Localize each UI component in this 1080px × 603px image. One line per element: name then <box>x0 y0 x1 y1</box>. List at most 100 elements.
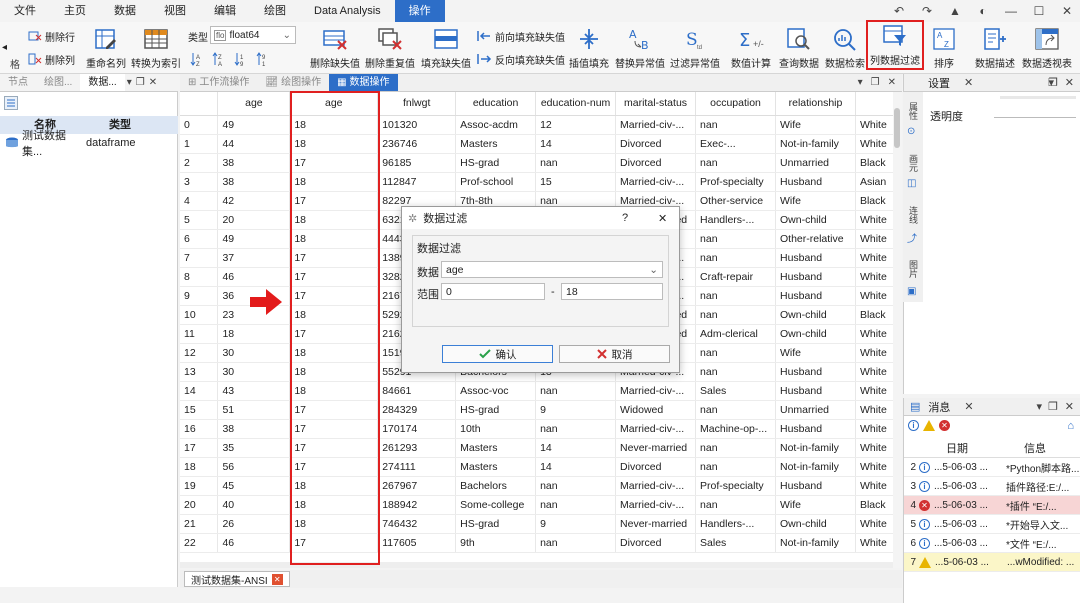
table-cell[interactable]: Married-civ-... <box>615 381 697 401</box>
side-tab-links[interactable]: 连线 <box>907 206 920 224</box>
table-cell[interactable]: 267967 <box>377 476 457 496</box>
table-cell[interactable]: 17 <box>289 267 379 287</box>
column-header[interactable]: marital-status <box>615 92 697 116</box>
table-cell[interactable]: Handlers-... <box>695 514 776 534</box>
table-cell[interactable]: nan <box>535 153 617 173</box>
table-cell[interactable]: Divorced <box>615 134 697 154</box>
table-cell[interactable]: Divorced <box>615 533 697 553</box>
ribbon-scroll-left[interactable]: ◂ <box>2 38 7 56</box>
table-cell[interactable]: nan <box>535 381 617 401</box>
panel-close-icon[interactable]: ✕ <box>147 74 159 91</box>
table-cell[interactable]: 18 <box>289 495 379 515</box>
table-row[interactable]: 18 56 17 274111 Masters 14 Divorced nan Not-in-f… <box>180 457 902 477</box>
table-row[interactable]: 19 45 18 267967 Bachelors nan Married-civ-... P… <box>180 476 902 496</box>
column-header[interactable] <box>180 92 219 116</box>
table-cell[interactable]: Adm-clerical <box>695 324 776 344</box>
message-row[interactable]: 3 i ...5-06-03 ... 插件路径:E:/... <box>904 477 1080 496</box>
column-header[interactable]: occupation <box>695 92 776 116</box>
grid-horizontal-scrollbar[interactable] <box>180 562 893 568</box>
table-cell[interactable]: Married-civ-... <box>615 115 697 135</box>
table-cell[interactable]: Husband <box>775 419 856 439</box>
messages-close-icon[interactable]: ✕ <box>964 400 973 413</box>
table-cell[interactable]: Husband <box>775 476 856 496</box>
table-cell[interactable]: 17 <box>289 457 379 477</box>
table-cell[interactable]: Unmarried <box>775 400 856 420</box>
table-cell[interactable]: Wife <box>775 495 856 515</box>
table-cell[interactable]: Wife <box>775 191 856 211</box>
data-column-select[interactable]: age ⌄ <box>441 261 663 278</box>
table-cell[interactable]: Unmarried <box>775 153 856 173</box>
table-cell[interactable]: 38 <box>217 153 291 173</box>
menu-plot[interactable]: 绘图 <box>250 0 300 22</box>
table-cell[interactable]: 46 <box>217 267 291 287</box>
table-cell[interactable]: 284329 <box>377 400 457 420</box>
table-row[interactable]: 15 51 17 284329 HS-grad 9 Widowed nan Unmarried W… <box>180 400 902 420</box>
table-cell[interactable]: Husband <box>775 381 856 401</box>
replace-outlier-button[interactable]: AB 替换异常值 <box>614 25 666 71</box>
table-cell[interactable]: 51 <box>217 400 291 420</box>
help-icon[interactable]: ? <box>622 212 628 224</box>
table-cell[interactable]: 14 <box>535 134 617 154</box>
table-cell[interactable]: Own-child <box>775 514 856 534</box>
table-cell[interactable]: 42 <box>217 191 291 211</box>
table-row[interactable]: 3 38 18 112847 Prof-school 15 Married-civ-... P… <box>180 172 902 192</box>
table-cell[interactable]: 746432 <box>377 514 457 534</box>
tabs-menu-icon[interactable]: ▾ <box>858 77 863 88</box>
table-cell[interactable]: 170174 <box>377 419 457 439</box>
table-cell[interactable]: 112847 <box>377 172 457 192</box>
panel-menu-icon[interactable]: ▾ <box>125 74 134 91</box>
table-cell[interactable]: Married-civ-... <box>615 476 697 496</box>
table-row[interactable]: 2 38 17 96185 HS-grad nan Divorced nan Unmarried… <box>180 153 902 173</box>
messages-menu-icon[interactable]: ▾ <box>1036 400 1042 413</box>
delete-col-button[interactable]: 删除列 <box>28 50 75 68</box>
table-cell[interactable]: nan <box>695 362 776 382</box>
settings-close-2-icon[interactable]: ✕ <box>1065 76 1074 89</box>
table-cell[interactable]: 46 <box>217 533 291 553</box>
table-cell[interactable]: 9 <box>535 514 617 534</box>
theme-icon[interactable]: ◐ <box>976 4 990 18</box>
table-cell[interactable]: Divorced <box>615 153 697 173</box>
table-cell[interactable]: 14 <box>535 438 617 458</box>
table-cell[interactable]: 18 <box>289 476 379 496</box>
table-cell[interactable]: nan <box>535 419 617 439</box>
tab-data-ops[interactable]: ▦ 数据操作 <box>329 74 398 91</box>
tab-workflow[interactable]: ⊞ 工作流操作 <box>180 74 257 91</box>
tab-dataset-ansi[interactable]: 测试数据集-ANSI ✕ <box>184 571 290 587</box>
menu-operations[interactable]: 操作 <box>394 0 445 22</box>
table-cell[interactable]: Married-civ-... <box>615 419 697 439</box>
to-index-button[interactable]: 转换为索引 <box>130 25 182 71</box>
tabs-close-icon[interactable]: ✕ <box>888 77 896 88</box>
table-cell[interactable]: Bachelors <box>455 476 537 496</box>
table-cell[interactable]: nan <box>695 286 776 306</box>
table-cell[interactable]: Married-civ-... <box>615 172 697 192</box>
table-cell[interactable]: 9th <box>455 533 537 553</box>
table-cell[interactable]: 18 <box>289 305 379 325</box>
table-cell[interactable]: 18 <box>289 229 379 249</box>
tab-nodes[interactable]: 节点 <box>0 74 36 91</box>
table-cell[interactable]: 18 <box>289 134 379 154</box>
table-cell[interactable]: Some-college <box>455 495 537 515</box>
cancel-button[interactable]: 取消 <box>559 345 670 363</box>
table-cell[interactable]: nan <box>695 457 776 477</box>
table-cell[interactable]: 38 <box>217 419 291 439</box>
table-cell[interactable]: Divorced <box>615 457 697 477</box>
table-cell[interactable]: 17 <box>289 419 379 439</box>
grid-vertical-scrollbar[interactable] <box>893 92 902 568</box>
table-cell[interactable]: Widowed <box>615 400 697 420</box>
table-cell[interactable]: 40 <box>217 495 291 515</box>
table-cell[interactable]: nan <box>695 400 776 420</box>
sort-desc-2-icon[interactable]: 91 <box>256 51 270 67</box>
menu-file[interactable]: 文件 <box>0 0 50 22</box>
ffill-button[interactable]: 前向填充缺失值 <box>476 27 565 45</box>
bfill-button[interactable]: 反向填充缺失值 <box>476 50 565 68</box>
table-cell[interactable]: nan <box>695 438 776 458</box>
table-cell[interactable]: 56 <box>217 457 291 477</box>
table-cell[interactable]: nan <box>695 229 776 249</box>
table-cell[interactable]: 96185 <box>377 153 457 173</box>
range-min-input[interactable]: 0 <box>441 283 545 300</box>
table-cell[interactable]: 14 <box>535 457 617 477</box>
table-cell[interactable]: 17 <box>289 533 379 553</box>
query-button[interactable]: 查询数据 <box>776 25 822 71</box>
table-cell[interactable]: HS-grad <box>455 400 537 420</box>
table-cell[interactable]: nan <box>535 495 617 515</box>
